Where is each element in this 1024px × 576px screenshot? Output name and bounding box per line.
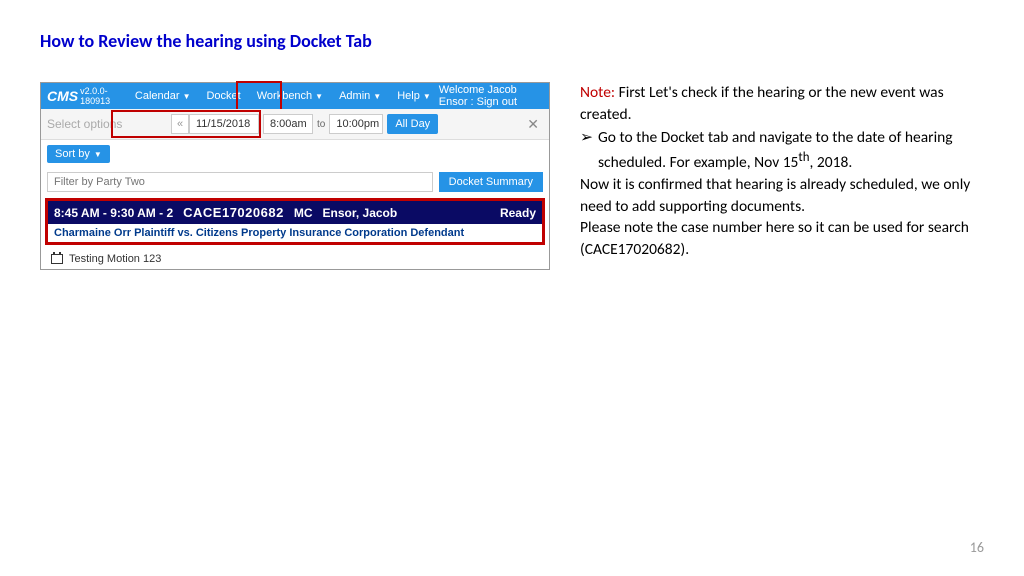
highlight-docket-entry: 8:45 AM - 9:30 AM - 2 CACE17020682 MC En… <box>45 198 545 245</box>
docket-summary-button[interactable]: Docket Summary <box>439 172 543 192</box>
to-label: to <box>317 119 325 130</box>
prev-date-button[interactable]: « <box>171 114 189 134</box>
nav-docket[interactable]: Docket <box>198 83 248 109</box>
nav-workbench[interactable]: Workbench▼ <box>249 83 331 109</box>
sort-row: Sort by▼ <box>41 140 549 168</box>
nav-admin[interactable]: Admin▼ <box>331 83 389 109</box>
filter-row: Docket Summary <box>41 168 549 196</box>
chevron-down-icon: ▼ <box>423 92 431 101</box>
sort-by-button[interactable]: Sort by▼ <box>47 145 110 163</box>
app-brand: CMS <box>47 88 78 104</box>
chevron-down-icon: ▼ <box>183 92 191 101</box>
all-day-button[interactable]: All Day <box>387 114 438 134</box>
date-field[interactable]: 11/15/2018 <box>189 114 259 134</box>
app-version: v2.0.0-180913 <box>80 86 118 106</box>
note-line-3: Please note the case number here so it c… <box>580 217 980 260</box>
entry-parties: Charmaine Orr Plaintiff vs. Citizens Pro… <box>48 224 542 242</box>
date-toolbar: Select options « 11/15/2018 8:00am to 10… <box>41 109 549 140</box>
instruction-text: Note: First Let's check if the hearing o… <box>580 82 980 270</box>
chevron-down-icon: ▼ <box>373 92 381 101</box>
slide-title: How to Review the hearing using Docket T… <box>40 30 984 52</box>
filter-party-input[interactable] <box>47 172 433 192</box>
entry-judge: Ensor, Jacob <box>323 206 398 220</box>
motion-row[interactable]: Testing Motion 123 <box>41 249 549 269</box>
entry-mc: MC <box>294 206 313 220</box>
top-navbar: CMS v2.0.0-180913 Calendar▼ Docket Workb… <box>41 83 549 109</box>
nav-help[interactable]: Help▼ <box>389 83 439 109</box>
calendar-icon <box>51 254 63 264</box>
chevron-down-icon: ▼ <box>315 92 323 101</box>
time-from-field[interactable]: 8:00am <box>263 114 313 134</box>
select-options-label: Select options <box>47 117 167 131</box>
time-to-field[interactable]: 10:00pm <box>329 114 383 134</box>
nav-calendar[interactable]: Calendar▼ <box>127 83 199 109</box>
note-bullet: Go to the Docket tab and navigate to the… <box>580 127 980 174</box>
chevron-down-icon: ▼ <box>94 150 102 159</box>
motion-label: Testing Motion 123 <box>69 253 161 265</box>
entry-time: 8:45 AM - 9:30 AM - 2 <box>54 206 173 220</box>
entry-case-number: CACE17020682 <box>183 205 284 220</box>
page-number: 16 <box>970 539 984 556</box>
note-line-1: First Let's check if the hearing or the … <box>580 83 944 124</box>
note-label: Note: <box>580 83 615 102</box>
docket-entry-header[interactable]: 8:45 AM - 9:30 AM - 2 CACE17020682 MC En… <box>48 201 542 224</box>
close-icon[interactable]: ✕ <box>523 116 543 133</box>
app-screenshot: CMS v2.0.0-180913 Calendar▼ Docket Workb… <box>40 82 550 270</box>
welcome-signout[interactable]: Welcome Jacob Ensor : Sign out <box>439 84 543 108</box>
entry-status: Ready <box>500 206 536 220</box>
note-line-2: Now it is confirmed that hearing is alre… <box>580 174 980 217</box>
